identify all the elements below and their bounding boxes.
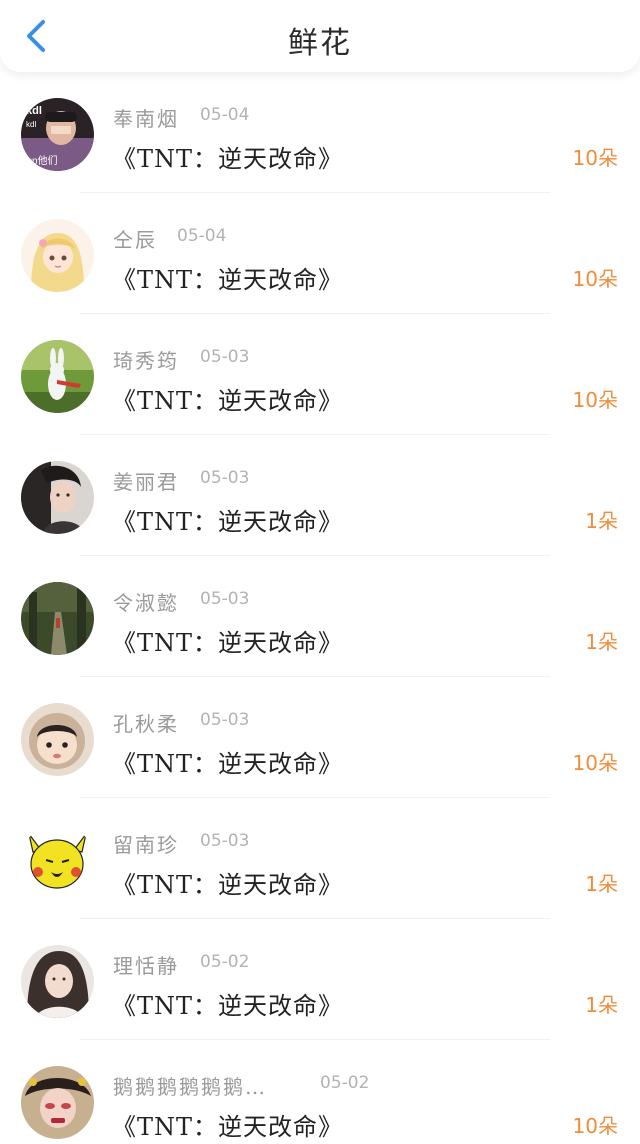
- user-name: 仝辰: [113, 228, 157, 252]
- flower-record-list: kdl kdl cp他们 奉南烟 05-04 《TNT：逆天改命》 10朵 仝辰…: [0, 72, 640, 1144]
- user-name: 奉南烟: [113, 107, 179, 131]
- user-name: 理恬静: [113, 954, 179, 978]
- record-row[interactable]: 姜丽君 05-03 《TNT：逆天改命》 1朵: [0, 435, 640, 556]
- flower-amount: 1朵: [585, 872, 618, 896]
- top-bar: 鲜花: [0, 0, 640, 72]
- book-title: 《TNT：逆天改命》: [112, 266, 344, 294]
- flower-amount: 1朵: [585, 509, 618, 533]
- book-title: 《TNT：逆天改命》: [112, 750, 344, 778]
- book-title: 《TNT：逆天改命》: [112, 387, 344, 415]
- page-title: 鲜花: [288, 26, 352, 61]
- book-title: 《TNT：逆天改命》: [112, 1113, 344, 1141]
- record-date: 05-03: [200, 710, 250, 730]
- user-avatar[interactable]: [21, 1066, 94, 1139]
- user-avatar[interactable]: [21, 945, 94, 1018]
- book-title: 《TNT：逆天改命》: [112, 992, 344, 1020]
- user-name: 留南珍: [113, 833, 179, 857]
- user-name: 鹅鹅鹅鹅鹅鹅…: [113, 1075, 267, 1099]
- record-date: 05-04: [177, 226, 227, 246]
- flowers-screen: 鲜花 kdl kdl cp他们 奉南烟 05-04 《TNT：逆天改命》 10朵: [0, 0, 640, 1144]
- flower-amount: 10朵: [572, 267, 618, 291]
- record-date: 05-03: [200, 831, 250, 851]
- record-row[interactable]: 理恬静 05-02 《TNT：逆天改命》 1朵: [0, 919, 640, 1040]
- user-avatar[interactable]: [21, 340, 94, 413]
- record-date: 05-04: [200, 105, 250, 125]
- user-name: 令淑懿: [113, 591, 179, 615]
- record-row[interactable]: 令淑懿 05-03 《TNT：逆天改命》 1朵: [0, 556, 640, 677]
- book-title: 《TNT：逆天改命》: [112, 871, 344, 899]
- user-avatar[interactable]: [21, 461, 94, 534]
- flower-amount: 10朵: [572, 388, 618, 412]
- flower-amount: 10朵: [572, 751, 618, 775]
- book-title: 《TNT：逆天改命》: [112, 629, 344, 657]
- flower-amount: 1朵: [585, 630, 618, 654]
- user-name: 孔秋柔: [113, 712, 179, 736]
- user-avatar[interactable]: [21, 219, 94, 292]
- user-avatar[interactable]: kdl kdl cp他们: [21, 98, 94, 171]
- user-avatar[interactable]: [21, 703, 94, 776]
- user-avatar[interactable]: [21, 582, 94, 655]
- record-row[interactable]: kdl kdl cp他们 奉南烟 05-04 《TNT：逆天改命》 10朵: [0, 72, 640, 193]
- avatar-overlay-text: kdl: [26, 105, 42, 117]
- book-title: 《TNT：逆天改命》: [112, 145, 344, 173]
- record-row[interactable]: 琦秀筠 05-03 《TNT：逆天改命》 10朵: [0, 314, 640, 435]
- record-date: 05-02: [200, 952, 250, 972]
- book-title: 《TNT：逆天改命》: [112, 508, 344, 536]
- user-avatar[interactable]: [21, 824, 94, 897]
- avatar-overlay-text: kdl: [26, 120, 36, 129]
- avatar-overlay-text: cp他们: [27, 154, 58, 167]
- record-row[interactable]: 孔秋柔 05-03 《TNT：逆天改命》 10朵: [0, 677, 640, 798]
- record-date: 05-03: [200, 468, 250, 488]
- flower-amount: 10朵: [572, 146, 618, 170]
- record-row[interactable]: 鹅鹅鹅鹅鹅鹅… 05-02 《TNT：逆天改命》 10朵: [0, 1040, 640, 1144]
- record-date: 05-03: [200, 347, 250, 367]
- user-name: 琦秀筠: [113, 349, 179, 373]
- flower-amount: 10朵: [572, 1114, 618, 1138]
- record-row[interactable]: 留南珍 05-03 《TNT：逆天改命》 1朵: [0, 798, 640, 919]
- record-row[interactable]: 仝辰 05-04 《TNT：逆天改命》 10朵: [0, 193, 640, 314]
- flower-amount: 1朵: [585, 993, 618, 1017]
- record-date: 05-02: [320, 1073, 370, 1093]
- user-name: 姜丽君: [113, 470, 179, 494]
- record-date: 05-03: [200, 589, 250, 609]
